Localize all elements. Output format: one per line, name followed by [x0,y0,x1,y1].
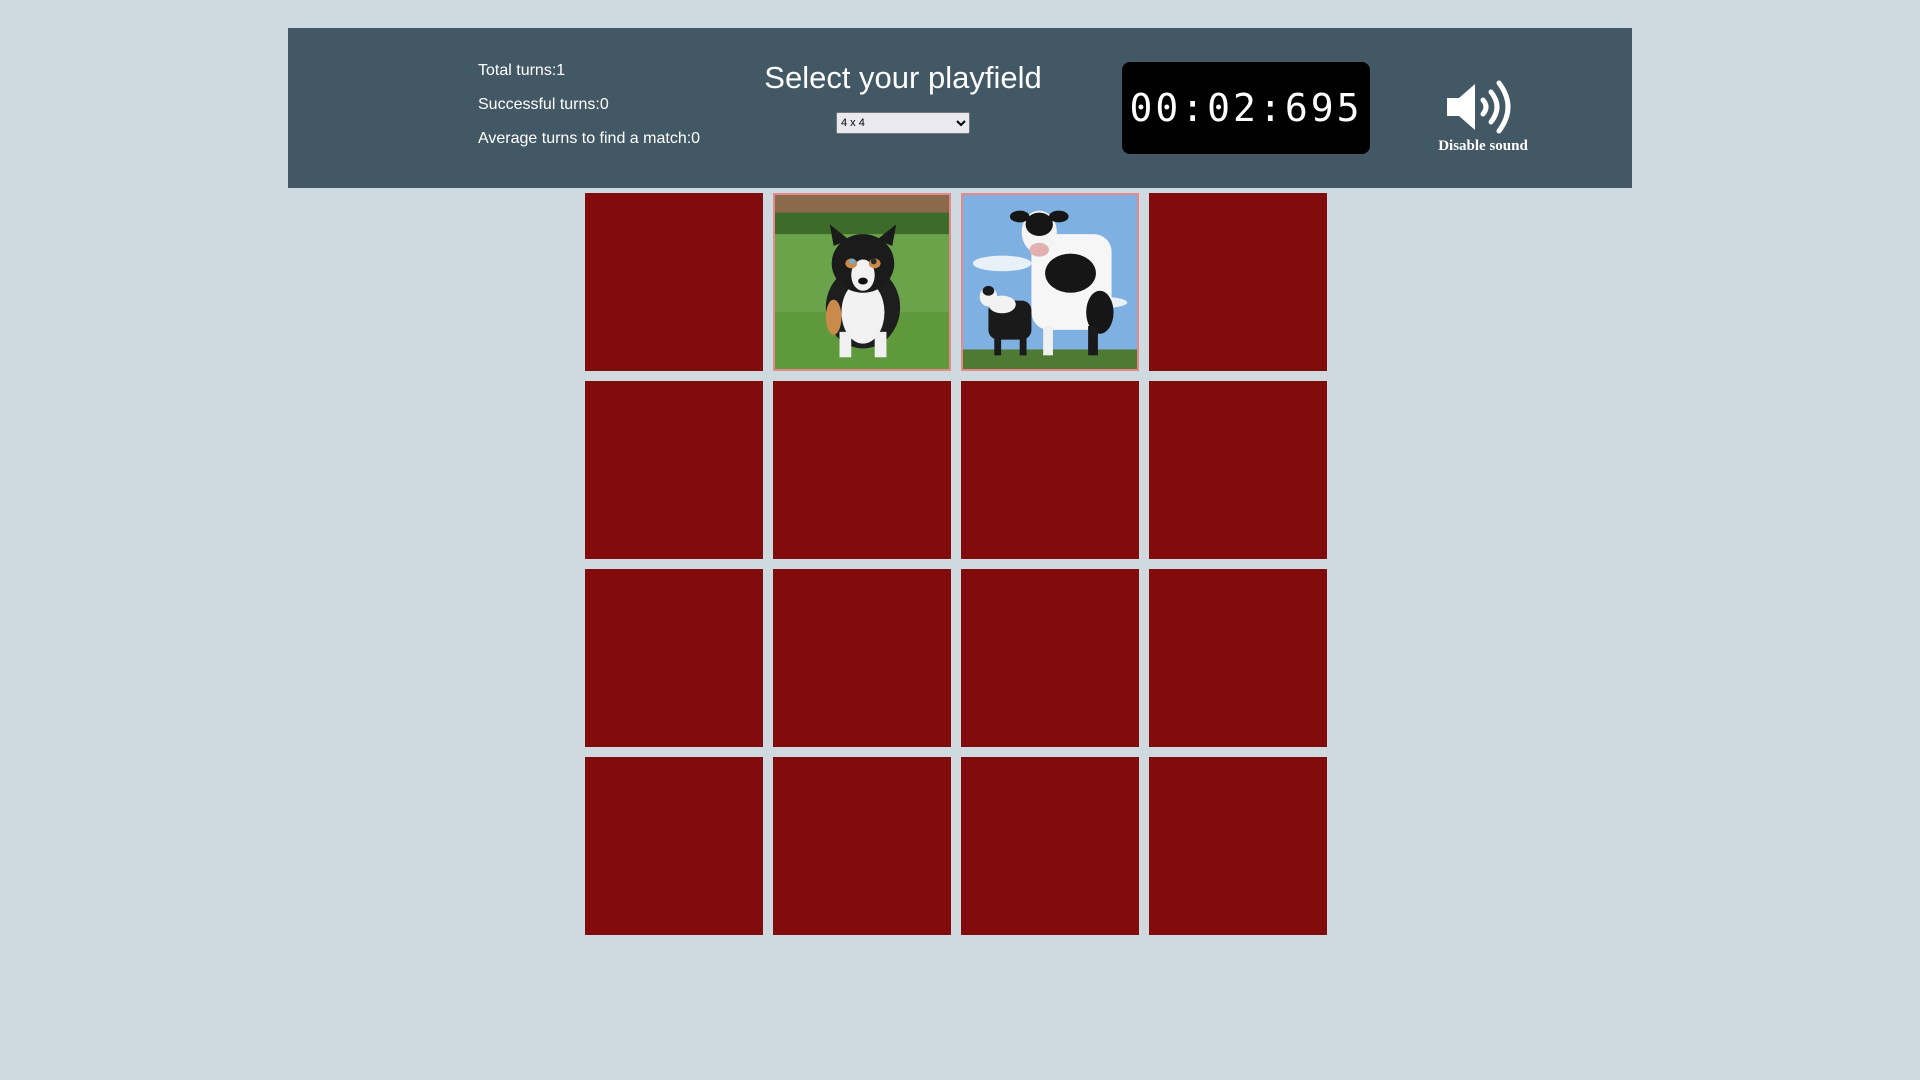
timer-display: 00:02:695 [1122,62,1370,154]
playfield-select[interactable]: 4 x 4 [836,112,970,134]
card-hidden[interactable] [773,569,951,747]
card-flipped-puppy[interactable] [773,193,951,371]
card-hidden[interactable] [585,757,763,935]
card-flipped-cows[interactable] [961,193,1139,371]
card-hidden[interactable] [961,381,1139,559]
card-hidden[interactable] [961,757,1139,935]
average-turns: Average turns to find a match:0 [478,130,701,147]
card-hidden[interactable] [773,757,951,935]
playfield-title: Select your playfield [764,60,1042,95]
puppy-image [775,195,949,369]
card-hidden[interactable] [1149,569,1327,747]
speaker-icon [1447,80,1511,134]
card-hidden[interactable] [961,569,1139,747]
header-bar: Total turns:1 Successful turns:0 Average… [288,28,1632,188]
card-hidden[interactable] [585,381,763,559]
disable-sound-label: Disable sound [1438,138,1528,154]
cows-image [963,195,1137,369]
card-hidden[interactable] [1149,381,1327,559]
stats-panel: Total turns:1 Successful turns:0 Average… [478,62,700,164]
card-hidden[interactable] [1149,757,1327,935]
card-hidden[interactable] [585,193,763,371]
disable-sound-button[interactable]: Disable sound [1428,78,1538,155]
card-hidden[interactable] [1149,193,1327,371]
game-board [585,193,1327,935]
playfield-selector: Select your playfield 4 x 4 [738,58,1068,134]
total-turns: Total turns:1 [478,62,566,79]
card-hidden[interactable] [773,381,951,559]
successful-turns: Successful turns:0 [478,96,609,113]
card-hidden[interactable] [585,569,763,747]
